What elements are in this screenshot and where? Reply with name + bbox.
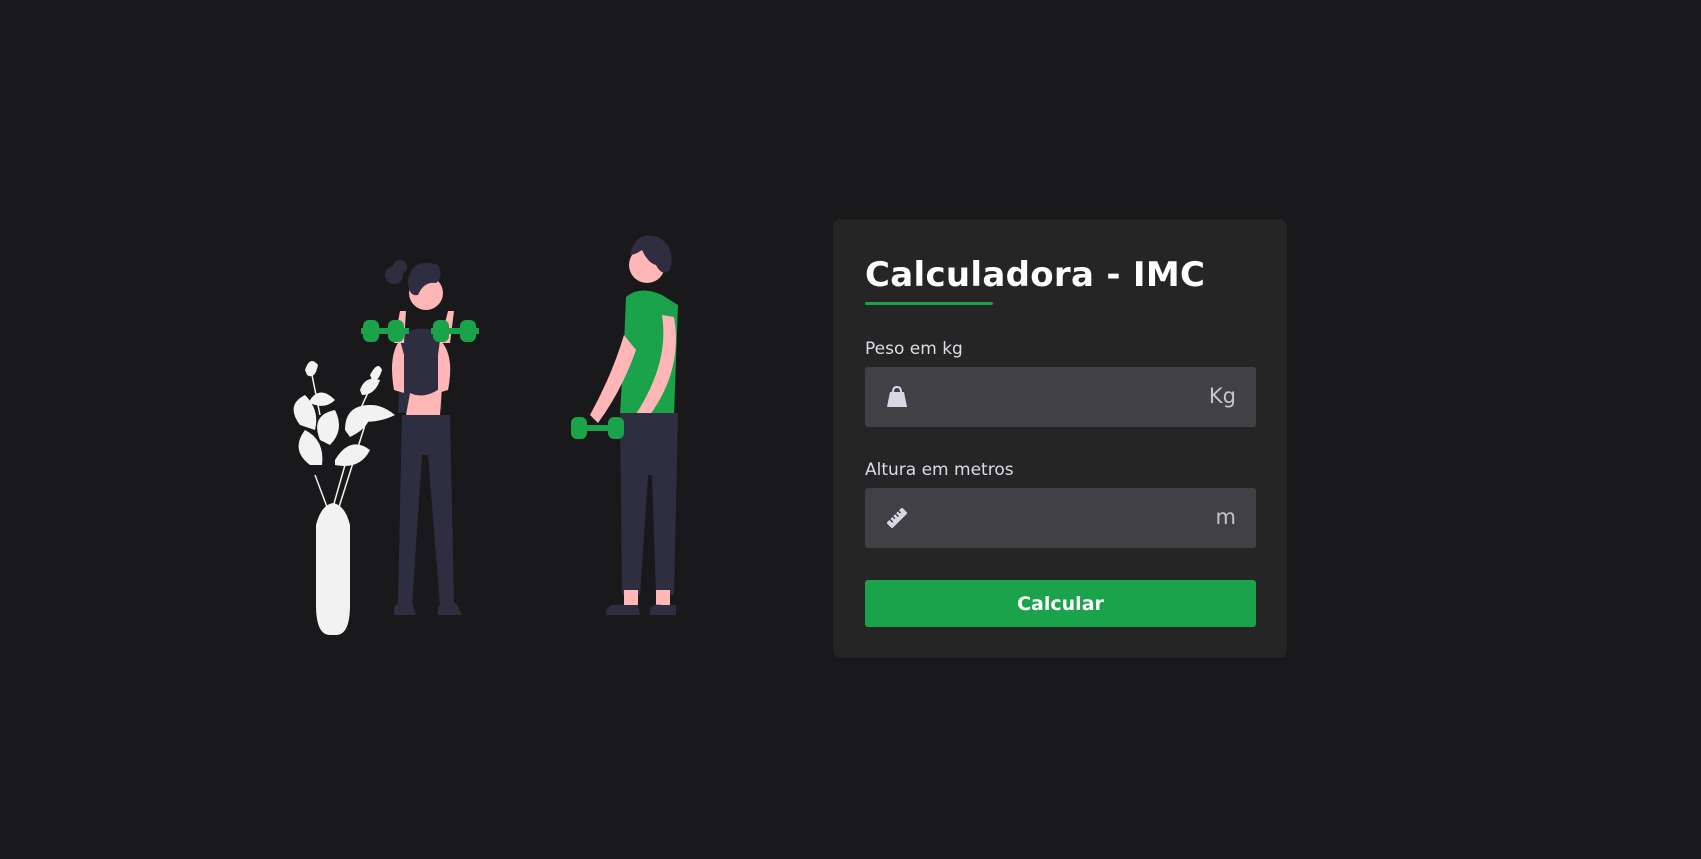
- weight-icon: [887, 385, 907, 407]
- height-unit: m: [1215, 505, 1236, 529]
- height-input[interactable]: [925, 488, 1189, 550]
- weight-label: Peso em kg: [865, 339, 963, 359]
- weight-input[interactable]: [925, 367, 1189, 429]
- ruler-icon: [887, 508, 907, 528]
- man-figure: [571, 235, 678, 615]
- woman-figure: [361, 260, 479, 615]
- plant-illustration: [293, 361, 395, 635]
- weight-input-group[interactable]: Kg: [865, 367, 1256, 429]
- title-underline: [865, 302, 993, 305]
- bmi-calculator-card: Calculadora - IMC Peso em kg Kg Altura e…: [833, 219, 1287, 658]
- fitness-illustration: [293, 235, 678, 635]
- calculate-button[interactable]: Calcular: [865, 580, 1256, 627]
- height-input-group[interactable]: m: [865, 488, 1256, 550]
- weight-unit: Kg: [1208, 384, 1236, 408]
- page-title: Calculadora - IMC: [865, 255, 1206, 295]
- height-label: Altura em metros: [865, 460, 1014, 480]
